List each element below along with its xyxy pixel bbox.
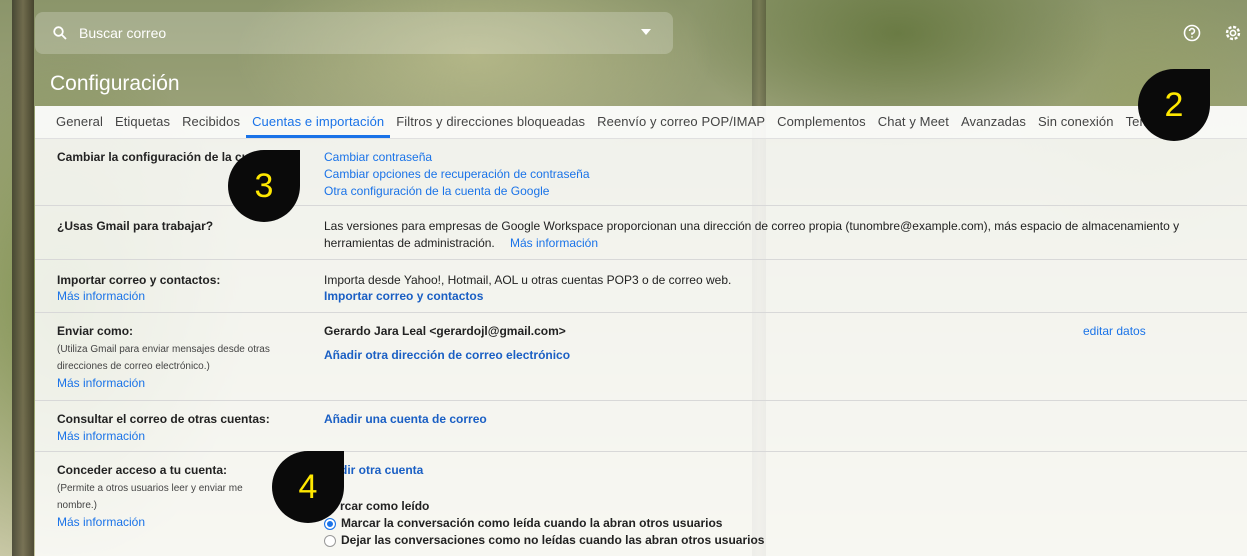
keep-unread-radio[interactable] (324, 535, 336, 547)
row-sublabel: nombre.) (57, 500, 98, 511)
edit-info-link[interactable]: editar datos (1083, 324, 1146, 338)
row-label: Importar correo y contactos: (57, 273, 221, 287)
row-sublabel: direcciones de correo electrónico.) (57, 361, 210, 372)
add-another-account-link[interactable]: dir otra cuenta (340, 463, 423, 477)
step-badge-3: 3 (228, 150, 300, 222)
settings-tabs: General Etiquetas Recibidos Cuentas e im… (35, 106, 1247, 139)
search-options-icon[interactable] (641, 29, 651, 35)
tab-general[interactable]: General (35, 106, 109, 138)
tab-forwarding[interactable]: Reenvío y correo POP/IMAP (591, 106, 771, 138)
tab-addons[interactable]: Complementos (771, 106, 872, 138)
top-bar: Buscar correo (0, 0, 1247, 70)
change-password-link[interactable]: Cambiar contraseña (324, 150, 432, 164)
tab-offline[interactable]: Sin conexión (1032, 106, 1120, 138)
row-sublabel: (Permite a otros usuarios leer y enviar … (57, 483, 243, 494)
help-icon[interactable] (1183, 24, 1201, 42)
row-label: Consultar el correo de otras cuentas: (57, 412, 270, 426)
add-mail-account-link[interactable]: Añadir una cuenta de correo (324, 412, 487, 426)
learn-more-link[interactable]: Más información (57, 429, 145, 443)
workspace-text: Las versiones para empresas de Google Wo… (324, 219, 1180, 233)
mark-read-option: Marcar la conversación como leída cuando… (341, 516, 723, 530)
search-input[interactable]: Buscar correo (79, 25, 166, 41)
background-tree (12, 0, 34, 556)
step-badge-2: 2 (1138, 69, 1210, 141)
row-label: Conceder acceso a tu cuenta: (57, 463, 228, 477)
tab-filters[interactable]: Filtros y direcciones bloqueadas (390, 106, 591, 138)
search-bar[interactable]: Buscar correo (35, 12, 673, 54)
keep-unread-option: Dejar las conversaciones como no leídas … (341, 533, 765, 547)
workspace-text-2: herramientas de administración. (324, 236, 495, 250)
search-icon (53, 26, 67, 40)
row-send-as: Enviar como: (Utiliza Gmail para enviar … (35, 313, 1247, 401)
add-email-address-link[interactable]: Añadir otra dirección de correo electrón… (324, 348, 570, 362)
row-import: Importar correo y contactos: Más informa… (35, 260, 1247, 313)
learn-more-link[interactable]: Más información (57, 376, 145, 390)
learn-more-link[interactable]: Más información (510, 236, 598, 250)
import-description: Importa desde Yahoo!, Hotmail, AOL u otr… (324, 273, 732, 287)
row-check-mail: Consultar el correo de otras cuentas: Má… (35, 401, 1247, 452)
row-sublabel: (Utiliza Gmail para enviar mensajes desd… (57, 344, 270, 355)
step-badge-4: 4 (272, 451, 344, 523)
gear-icon[interactable] (1223, 23, 1243, 43)
row-label: Enviar como: (57, 324, 134, 338)
recovery-options-link[interactable]: Cambiar opciones de recuperación de cont… (324, 167, 590, 181)
tab-accounts-import[interactable]: Cuentas e importación (246, 106, 391, 138)
import-mail-contacts-link[interactable]: Importar correo y contactos (324, 289, 483, 303)
learn-more-link[interactable]: Más información (57, 289, 145, 303)
row-change-settings: Cambiar la configuración de la cuenta: C… (35, 139, 1247, 206)
row-label: ¿Usas Gmail para trabajar? (57, 219, 214, 233)
mark-as-read-label: rcar como leído (340, 499, 430, 513)
google-account-settings-link[interactable]: Otra configuración de la cuenta de Googl… (324, 184, 549, 198)
row-grant-access: Conceder acceso a tu cuenta: (Permite a … (35, 452, 1247, 556)
tab-advanced[interactable]: Avanzadas (955, 106, 1032, 138)
mark-read-radio[interactable] (324, 518, 336, 530)
send-as-address: Gerardo Jara Leal <gerardojl@gmail.com> (324, 324, 566, 338)
learn-more-link[interactable]: Más información (57, 515, 145, 529)
tab-inbox[interactable]: Recibidos (176, 106, 246, 138)
tab-chat-meet[interactable]: Chat y Meet (872, 106, 955, 138)
settings-panel: Cambiar la configuración de la cuenta: C… (35, 139, 1247, 556)
tab-labels[interactable]: Etiquetas (109, 106, 176, 138)
row-work: ¿Usas Gmail para trabajar? Las versiones… (35, 206, 1247, 260)
page-title: Configuración (50, 72, 180, 95)
